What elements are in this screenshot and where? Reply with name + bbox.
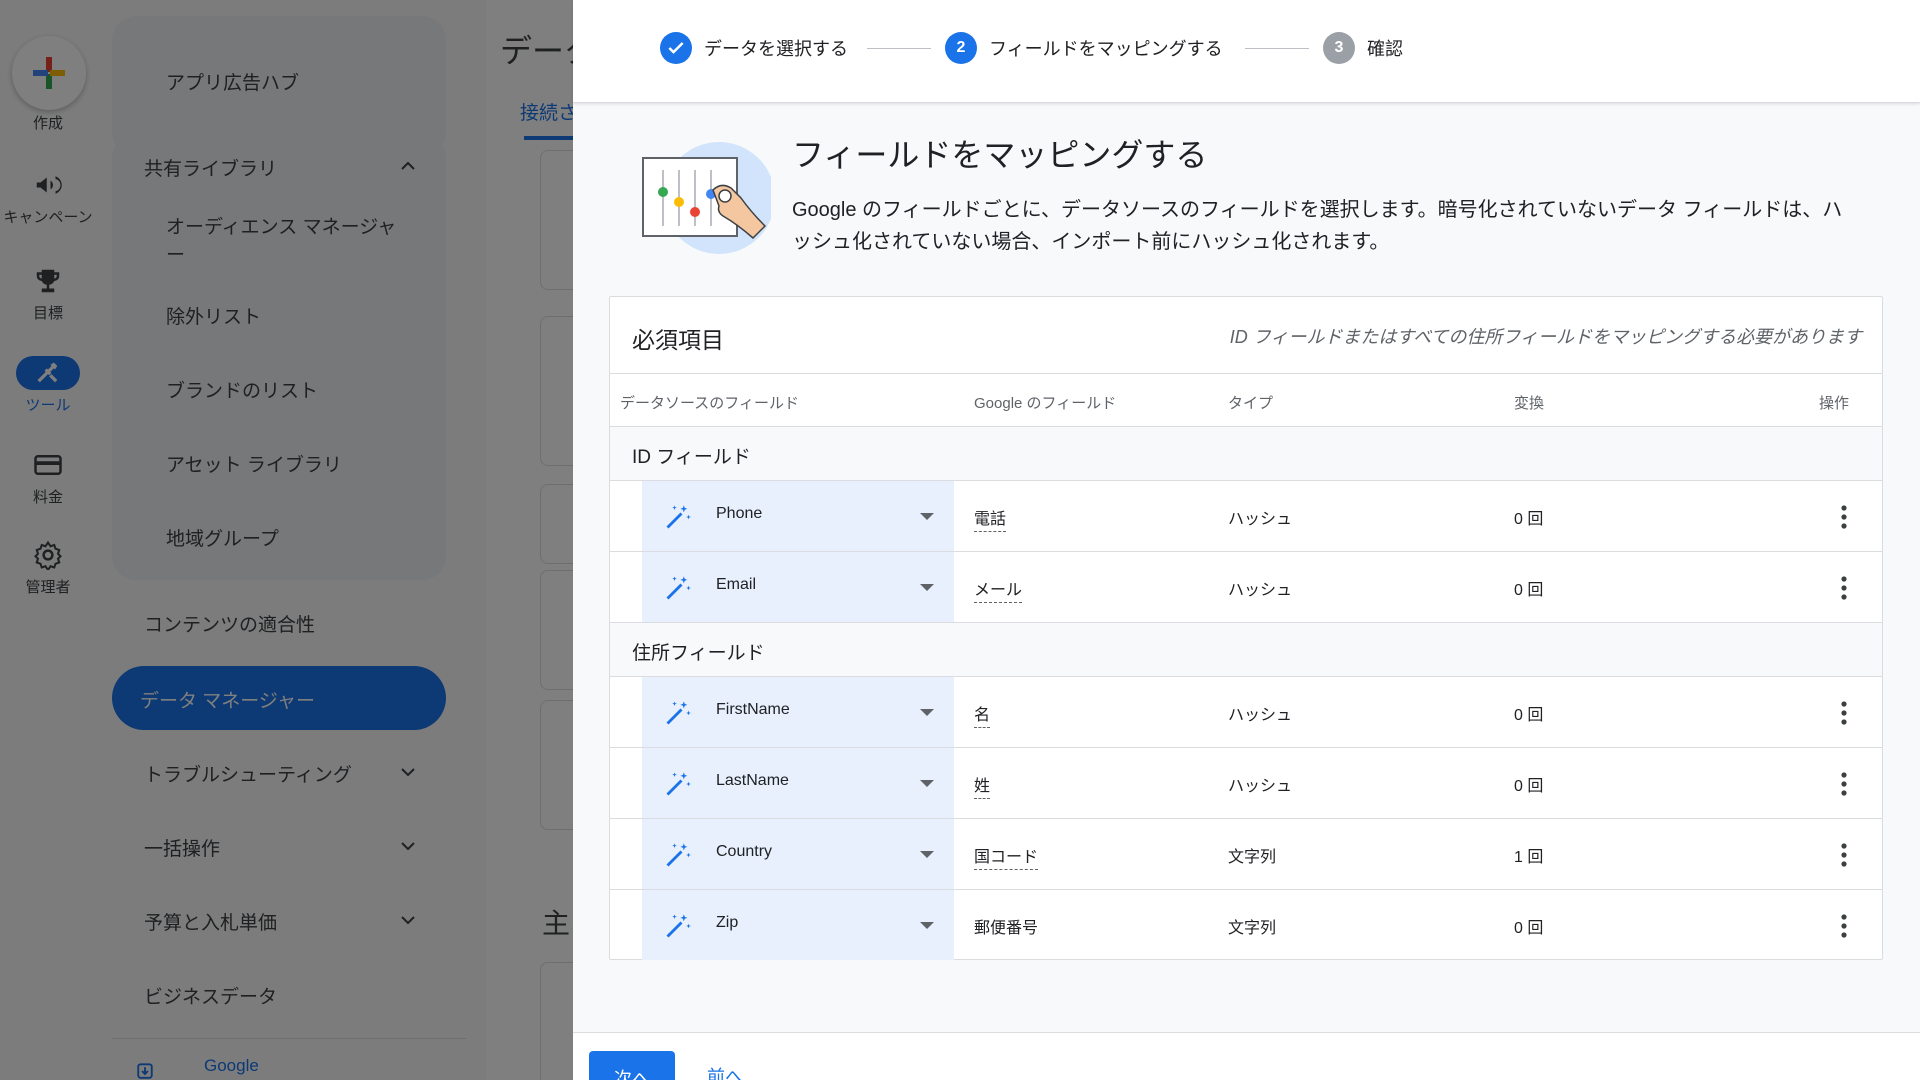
section-address-fields: 住所フィールド	[610, 623, 1882, 677]
transform-count: 0 回	[1514, 707, 1544, 724]
magic-wand-icon	[666, 772, 691, 796]
more-vert-icon[interactable]	[1836, 912, 1852, 940]
card-note: ID フィールドまたはすべての住所フィールドをマッピングする必要があります	[1229, 327, 1862, 347]
source-field-value: Zip	[716, 914, 739, 931]
more-vert-icon[interactable]	[1836, 574, 1852, 602]
more-vert-icon[interactable]	[1836, 841, 1852, 869]
source-field-select[interactable]: Email	[642, 552, 954, 622]
google-field[interactable]: 国コード	[974, 843, 1039, 870]
magic-wand-icon	[666, 576, 691, 600]
section-id-fields: ID フィールド	[610, 427, 1882, 481]
table-row: Country 国コード 文字列 1 回	[610, 819, 1882, 890]
column-header-source: データソースのフィールド	[620, 395, 799, 412]
field-type: ハッシュ	[1228, 778, 1293, 795]
transform-count: 0 回	[1514, 582, 1544, 599]
section-title: 住所フィールド	[632, 643, 765, 664]
transform-count: 0 回	[1514, 778, 1544, 795]
column-header-transform: 変換	[1514, 395, 1545, 412]
field-type: ハッシュ	[1228, 707, 1293, 724]
field-type: 文字列	[1228, 849, 1277, 866]
source-field-value: Phone	[716, 505, 763, 522]
source-field-select[interactable]: Phone	[642, 481, 954, 551]
step-connector	[867, 48, 931, 49]
panel-title: フィールドをマッピングする	[792, 137, 1208, 173]
field-type: ハッシュ	[1228, 582, 1293, 599]
column-header-type: タイプ	[1228, 395, 1274, 412]
transform-count: 0 回	[1514, 920, 1544, 937]
check-icon	[660, 32, 692, 64]
step-connector	[1245, 48, 1309, 49]
source-field-value: LastName	[716, 772, 789, 789]
source-field-value: Email	[716, 576, 757, 593]
required-fields-card: 必須項目 ID フィールドまたはすべての住所フィールドをマッピングする必要があり…	[609, 296, 1883, 960]
next-button[interactable]: 次へ	[589, 1051, 675, 1080]
section-title: ID フィールド	[632, 447, 751, 468]
google-field[interactable]: 姓	[974, 772, 991, 799]
dropdown-arrow-icon	[920, 922, 934, 929]
table-row: FirstName 名 ハッシュ 0 回	[610, 677, 1882, 748]
dropdown-arrow-icon	[920, 584, 934, 591]
transform-count: 1 回	[1514, 849, 1544, 866]
step-label: フィールドをマッピングする	[989, 39, 1223, 59]
table-row: Email メール ハッシュ 0 回	[610, 552, 1882, 623]
field-type: ハッシュ	[1228, 511, 1293, 528]
stepper: データを選択する 2 フィールドをマッピングする 3 確認	[573, 0, 1920, 103]
table-row: LastName 姓 ハッシュ 0 回	[610, 748, 1882, 819]
google-field[interactable]: 郵便番号	[974, 914, 1038, 940]
table-row: Zip 郵便番号 文字列 0 回	[610, 890, 1882, 961]
source-field-select[interactable]: FirstName	[642, 677, 954, 747]
mapping-illustration	[642, 142, 771, 254]
source-field-select[interactable]: Zip	[642, 890, 954, 960]
magic-wand-icon	[666, 843, 691, 867]
magic-wand-icon	[666, 914, 691, 938]
dropdown-arrow-icon	[920, 780, 934, 787]
google-field[interactable]: 電話	[974, 505, 1007, 532]
step-number: 2	[945, 32, 977, 64]
google-field[interactable]: 名	[974, 701, 991, 728]
column-header-google: Google のフィールド	[974, 395, 1117, 412]
more-vert-icon[interactable]	[1836, 770, 1852, 798]
dropdown-arrow-icon	[920, 709, 934, 716]
step-label: データを選択する	[704, 39, 848, 59]
magic-wand-icon	[666, 505, 691, 529]
more-vert-icon[interactable]	[1836, 699, 1852, 727]
step-number: 3	[1323, 32, 1355, 64]
previous-button[interactable]: 前へ	[707, 1063, 743, 1080]
source-field-select[interactable]: LastName	[642, 748, 954, 818]
more-vert-icon[interactable]	[1836, 503, 1852, 531]
step-confirm[interactable]: 3 確認	[1323, 32, 1403, 64]
field-type: 文字列	[1228, 920, 1277, 937]
panel-description: Google のフィールドごとに、データソースのフィールドを選択します。暗号化さ…	[792, 199, 1843, 253]
table-header: データソースのフィールド Google のフィールド タイプ 変換 操作	[610, 373, 1882, 427]
step-map-fields[interactable]: 2 フィールドをマッピングする	[945, 32, 1223, 64]
panel-footer: 次へ 前へ	[573, 1032, 1920, 1080]
source-field-select[interactable]: Country	[642, 819, 954, 889]
transform-count: 0 回	[1514, 511, 1544, 528]
source-field-value: Country	[716, 843, 773, 860]
field-mapping-panel: データを選択する 2 フィールドをマッピングする 3 確認 フィールドをマッピン…	[573, 0, 1920, 1080]
magic-wand-icon	[666, 701, 691, 725]
google-field[interactable]: メール	[974, 576, 1023, 603]
dropdown-arrow-icon	[920, 851, 934, 858]
dropdown-arrow-icon	[920, 513, 934, 520]
card-title: 必須項目	[632, 327, 724, 353]
table-row: Phone 電話 ハッシュ 0 回	[610, 481, 1882, 552]
step-label: 確認	[1367, 39, 1403, 59]
column-header-actions: 操作	[1819, 395, 1850, 412]
step-select-data[interactable]: データを選択する	[660, 32, 848, 64]
source-field-value: FirstName	[716, 701, 790, 718]
